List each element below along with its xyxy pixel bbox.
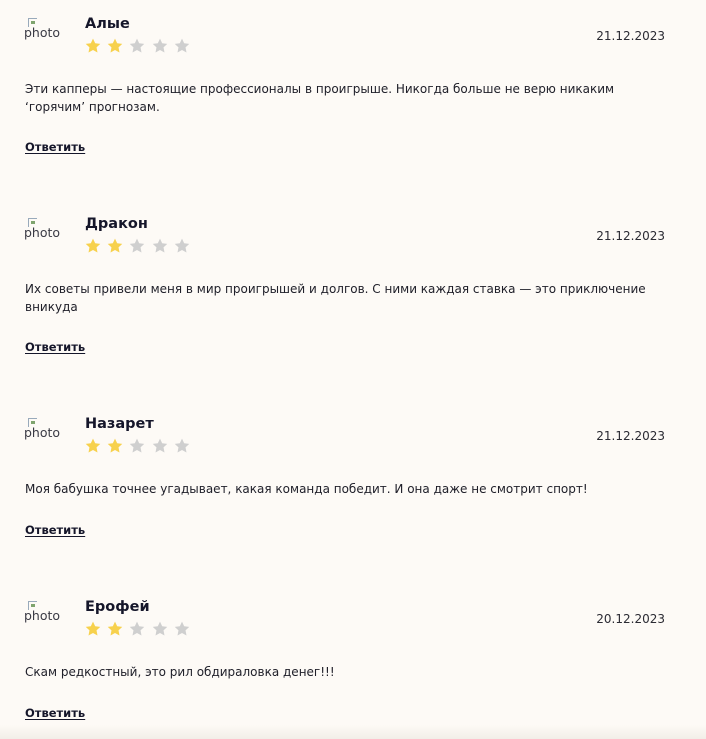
star-filled-icon <box>107 438 123 453</box>
reply-link[interactable]: Ответить <box>25 706 85 720</box>
star-empty-icon <box>152 38 167 53</box>
avatar-alt-text: photo <box>24 425 61 440</box>
avatar-alt-text: photo <box>24 225 61 240</box>
star-empty-icon <box>130 438 145 453</box>
avatar-alt-text: photo <box>24 608 61 623</box>
review-date: 21.12.2023 <box>596 229 665 243</box>
star-empty-icon <box>174 38 190 53</box>
broken-image-icon <box>28 601 37 610</box>
star-empty-icon <box>152 621 167 636</box>
reviewer-name: Ерофей <box>85 599 150 615</box>
review-text: Моя бабушка точнее угадывает, какая кома… <box>25 482 588 496</box>
star-empty-icon <box>130 238 145 253</box>
review-date: 21.12.2023 <box>596 29 665 43</box>
avatar-alt-text: photo <box>24 25 61 40</box>
review-text: Эти капперы — настоящие профессионалы в … <box>25 82 615 114</box>
review-date: 21.12.2023 <box>596 429 665 443</box>
review-date: 20.12.2023 <box>596 612 665 626</box>
star-rating <box>84 237 195 257</box>
reviewer-name: Алые <box>85 16 130 32</box>
star-empty-icon <box>152 438 167 453</box>
star-rating <box>84 37 195 57</box>
review-text: Их советы привели меня в мир проигрышей … <box>25 282 646 314</box>
reply-link[interactable]: Ответить <box>25 340 85 354</box>
star-empty-icon <box>174 438 190 453</box>
star-empty-icon <box>130 38 145 53</box>
star-filled-icon <box>85 38 101 53</box>
star-filled-icon <box>107 38 123 53</box>
avatar: photo <box>24 218 68 248</box>
star-filled-icon <box>85 238 101 253</box>
review-text: Скам редкостный, это рил обдираловка ден… <box>25 665 335 679</box>
star-filled-icon <box>85 438 101 453</box>
star-empty-icon <box>130 621 145 636</box>
avatar: photo <box>24 418 68 448</box>
avatar: photo <box>24 601 68 631</box>
star-empty-icon <box>174 621 190 636</box>
reply-link[interactable]: Ответить <box>25 523 85 537</box>
star-filled-icon <box>85 621 101 636</box>
broken-image-icon <box>28 18 37 27</box>
reviewer-name: Назарет <box>85 416 154 432</box>
broken-image-icon <box>28 418 37 427</box>
star-filled-icon <box>107 621 123 636</box>
reply-link[interactable]: Ответить <box>25 140 85 154</box>
star-rating <box>84 437 195 457</box>
star-empty-icon <box>152 238 167 253</box>
avatar: photo <box>24 18 68 48</box>
reviewer-name: Дракон <box>85 216 148 232</box>
star-empty-icon <box>174 238 190 253</box>
broken-image-icon <box>28 218 37 227</box>
bottom-fade <box>0 725 706 739</box>
star-rating <box>84 620 195 640</box>
star-filled-icon <box>107 238 123 253</box>
